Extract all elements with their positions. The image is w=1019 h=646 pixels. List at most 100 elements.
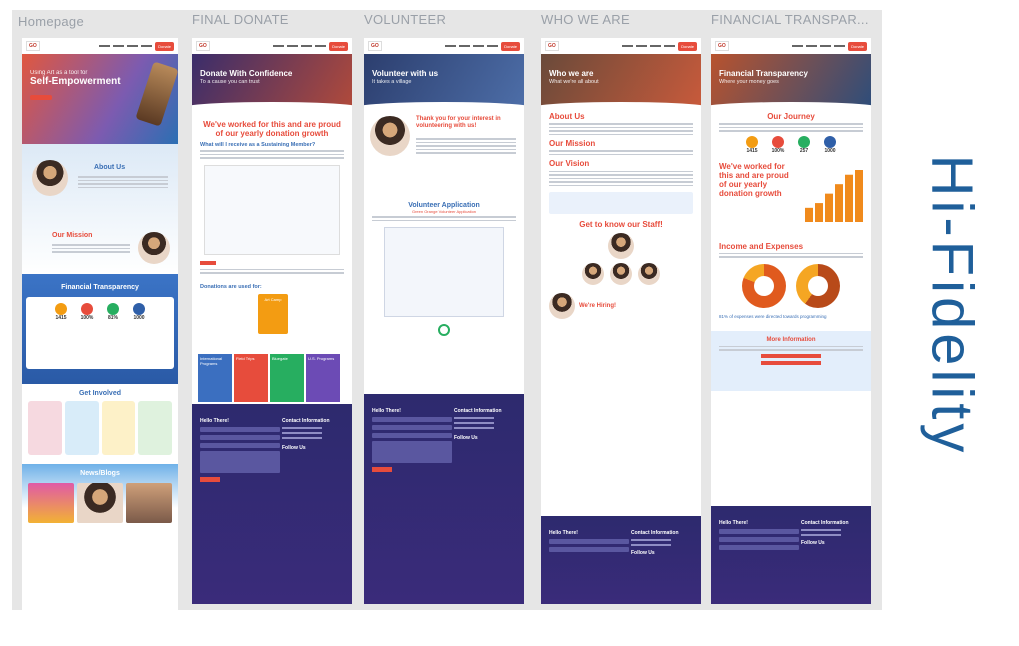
logo[interactable]: GO [26,41,40,51]
stats-panel: 1415 100% 81% 1000 [26,297,174,369]
logo[interactable]: GO [715,41,729,51]
frame-homepage[interactable]: GO Donate Using Art as a tool for Self-Em… [22,38,178,610]
about-heading: About Us [549,112,585,121]
tag-international: International Programs [198,353,232,402]
news-image-3[interactable] [126,483,172,523]
hero-subtitle: It takes a village [372,78,412,85]
footer: Hello There! Contact Information Follow U… [364,394,524,604]
hero-title: Donate With Confidence [200,69,293,78]
frame-volunteer[interactable]: GO Donate Volunteer with us It takes a vi… [364,38,524,604]
growth-bar [805,207,813,222]
tag-us-programs: U.S. Programs [306,353,340,402]
hero-title: Volunteer with us [372,69,439,78]
hero-cta[interactable] [30,95,52,100]
footer: Hello There! Contact Information Follow U… [711,506,871,604]
contact-heading: Contact Information [282,418,330,424]
donate-button[interactable]: Donate [848,41,867,51]
donate-button[interactable]: Donate [155,41,174,51]
footer-submit[interactable] [372,467,392,472]
news-image-2[interactable] [77,483,123,523]
contact-heading: Contact Information [631,530,679,536]
about-heading: About Us [94,164,126,171]
frame-financial[interactable]: GO Donate Financial Transparency Where yo… [711,38,871,604]
donate-button[interactable]: Donate [678,41,697,51]
financial-section: Financial Transparency 1415 100% 81% 1000 [22,274,178,384]
more-link-2[interactable] [761,360,821,365]
frame-who[interactable]: GO Donate Who we are What we're all about… [541,38,701,604]
application-form[interactable] [384,227,504,317]
staff-photo-3 [610,263,632,286]
hifi-text: Hi-Fidelity [919,154,985,456]
growth-chart [805,169,863,222]
frame-label-donate: FINAL DONATE [192,12,289,27]
donate-submit[interactable] [200,260,216,265]
volunteer-heading: Thank you for your interest in volunteer… [416,116,501,129]
volunteer-app-sub: Green Orange Volunteer Application [411,209,477,214]
checkmark-icon [438,324,450,336]
news-image-1[interactable] [28,483,74,523]
more-heading: More Information [766,336,816,343]
stat-0: 1415 [49,303,73,321]
nav-bar: GO Donate [22,38,178,54]
more-info: More Information [711,330,871,391]
nav-bar: GO Donate [541,38,701,54]
tag-art-camp: Art Camp [258,293,288,334]
tag-field-trips: Field Trips [234,353,268,402]
fin-heading: We've worked for this and are proud of o… [719,161,789,199]
logo[interactable]: GO [545,41,559,51]
contact-heading: Contact Information [454,408,502,414]
frame-label-who: WHO WE ARE [541,12,630,27]
used-for-heading: Donations are used for: [200,283,262,290]
follow-heading: Follow Us [282,445,306,451]
hero-title: Financial Transparency [719,69,808,78]
hiring-heading: We're Hiring! [579,302,616,309]
frame-label-homepage: Homepage [18,14,84,29]
staff-heading: Get to know our Staff! [579,220,663,230]
logo[interactable]: GO [196,41,210,51]
nav-bar: GO Donate [711,38,871,54]
involved-card-other[interactable] [138,401,172,455]
footer: Hello There! Contact Information Follow U… [192,404,352,604]
quote-box [549,192,693,215]
growth-bar [825,193,833,222]
vision-heading: Our Vision [549,159,590,169]
hero-subtitle: Where your money goes [719,78,779,85]
mission-heading: Our Mission [52,232,93,239]
follow-heading: Follow Us [801,540,825,546]
volunteer-intro: Thank you for your interest in volunteer… [364,108,524,198]
growth-bar [845,174,853,222]
expenses-percent: 81% of expenses were directed towards pr… [719,313,827,319]
growth-bar [815,202,823,222]
footer-submit[interactable] [200,477,220,482]
growth-bar [855,169,863,222]
frame-label-volunteer: VOLUNTEER [364,12,447,27]
staff-photo-4 [638,263,660,286]
logo[interactable]: GO [368,41,382,51]
involved-card-event[interactable] [101,401,136,455]
financial-heading: Financial Transparency [61,284,139,291]
frame-donate[interactable]: GO Donate Donate With Confidence To a cau… [192,38,352,604]
involved-card-donate[interactable] [64,401,99,455]
get-involved-heading: Get Involved [78,390,121,397]
more-link-1[interactable] [761,353,821,358]
follow-heading: Follow Us [631,550,655,556]
stats-row: 1415 100% 257 1000 [719,135,863,154]
stat-1: 100% [75,303,99,321]
hero-financial: Financial Transparency Where your money … [711,54,871,108]
fin-stat-2: 257 [792,135,816,154]
fin-stat-3: 1000 [818,135,842,154]
hero-subtitle: To a cause you can trust [200,78,260,85]
expenses-donut [742,263,786,308]
growth-bar [835,183,843,222]
about-image [32,160,68,196]
donate-question: What will I receive as a Sustaining Memb… [200,142,316,149]
hero-subtitle: What we're all about [549,78,599,85]
mission-image [138,232,170,264]
nav-bar: GO Donate [364,38,524,54]
donation-form[interactable] [204,164,340,255]
donate-button[interactable]: Donate [329,41,348,51]
hero-who: Who we are What we're all about [541,54,701,108]
journey-heading: Our Journey [767,112,815,121]
involved-card-volunteer[interactable] [28,401,62,455]
donate-button[interactable]: Donate [501,41,520,51]
